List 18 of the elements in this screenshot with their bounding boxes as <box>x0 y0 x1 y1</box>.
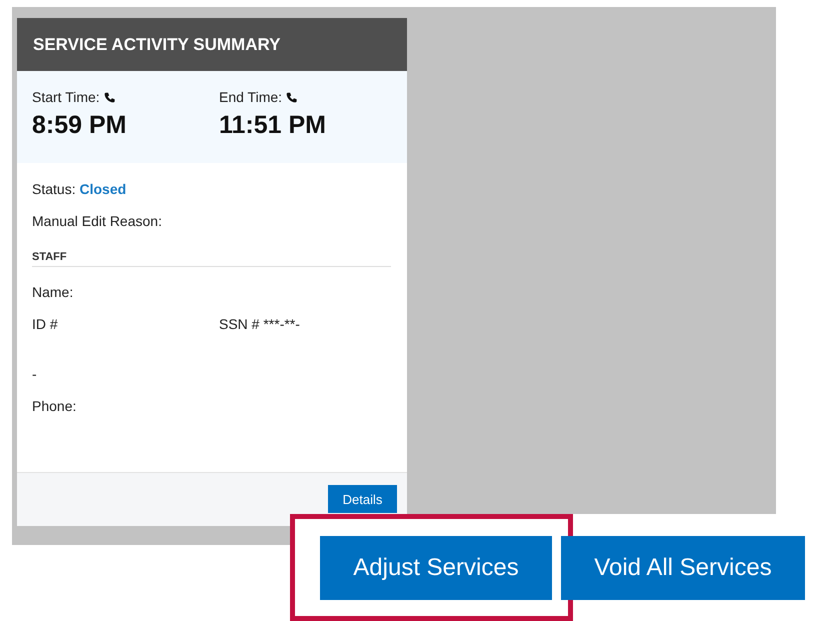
time-label: End Time: <box>219 89 282 105</box>
section-heading: STAFF <box>32 251 67 263</box>
time-label: Start Time: <box>32 89 100 105</box>
field-label: SSN # ***-**- <box>219 316 301 334</box>
field-label: Phone: <box>32 398 76 414</box>
phone-icon <box>286 92 298 102</box>
time-value: 11:51 PM <box>219 111 328 140</box>
action-button[interactable]: Void All Services <box>561 536 805 600</box>
phone-icon <box>104 92 115 102</box>
card-title: SERVICE ACTIVITY SUMMARY <box>33 34 280 54</box>
field-label: Manual Edit Reason: <box>32 213 162 229</box>
time-value: 8:59 PM <box>32 111 128 140</box>
details-button[interactable]: Details <box>328 485 397 513</box>
field-label: ID # <box>32 316 59 334</box>
field-text: - <box>32 366 37 382</box>
status-text: Status: Closed <box>32 181 126 197</box>
field-label: Name: <box>32 284 74 300</box>
action-button[interactable]: Adjust Services <box>320 536 552 600</box>
